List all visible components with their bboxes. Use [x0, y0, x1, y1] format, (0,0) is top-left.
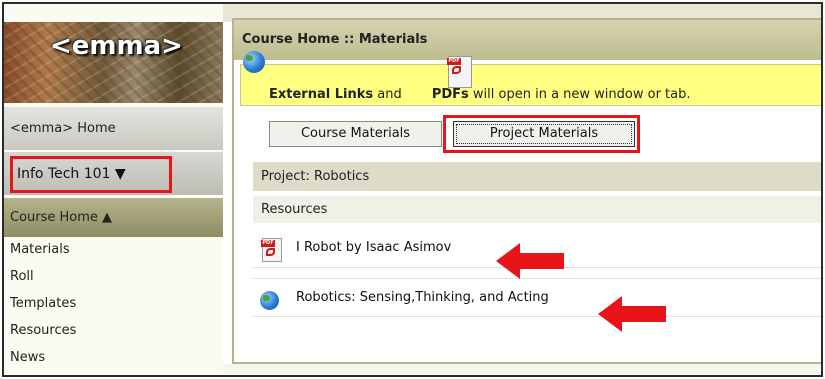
notice-banner: PDF External Links and PDFs will open in…: [240, 51, 821, 106]
resources-heading: Resources: [253, 196, 821, 223]
notice-links-label: External Links: [269, 87, 374, 102]
sidebar-item-templates[interactable]: Templates: [10, 295, 76, 322]
course-selector-dropdown[interactable]: Info Tech 101 ▼: [10, 156, 172, 193]
globe-icon: [243, 51, 265, 73]
project-title: Project: Robotics: [253, 162, 821, 191]
app-frame: <emma> <emma> Home Info Tech 101 ▼ Cours…: [2, 2, 823, 377]
course-selector-row: Info Tech 101 ▼: [4, 152, 223, 195]
notice-pdfs-label: PDFs: [431, 87, 469, 102]
sidebar: <emma> <emma> Home Info Tech 101 ▼ Cours…: [4, 4, 223, 375]
tab-bar: Course Materials Project Materials: [240, 108, 821, 153]
sidebar-links: Materials Roll Templates Resources News: [10, 241, 76, 375]
sidebar-item-materials[interactable]: Materials: [10, 241, 76, 268]
pdf-icon: PDF: [261, 238, 282, 262]
page-title: Course Home :: Materials: [234, 20, 821, 60]
resource-link-robotics[interactable]: Robotics: Sensing,Thinking, and Acting: [296, 290, 549, 305]
resource-link-i-robot[interactable]: I Robot by Isaac Asimov: [296, 240, 451, 255]
globe-icon: [260, 291, 279, 310]
sidebar-item-roll[interactable]: Roll: [10, 268, 76, 295]
tab-course-materials[interactable]: Course Materials: [269, 121, 442, 147]
bottom-strip: [223, 364, 821, 375]
notice-rest: will open in a new window or tab.: [468, 87, 691, 102]
sidebar-item-news[interactable]: News: [10, 349, 76, 375]
sidebar-item-course-home[interactable]: Course Home ▲: [4, 198, 223, 237]
tab-project-materials[interactable]: Project Materials: [453, 121, 635, 147]
resource-row-external[interactable]: Robotics: Sensing,Thinking, and Acting: [253, 278, 821, 317]
sidebar-item-resources[interactable]: Resources: [10, 322, 76, 349]
logo-text: <emma>: [50, 31, 183, 61]
emma-logo[interactable]: <emma>: [4, 22, 223, 103]
red-arrow-icon: [496, 243, 564, 279]
red-arrow-icon: [598, 296, 666, 332]
notice-and: and: [373, 87, 406, 102]
notice-text: External Links and PDFs will open in a n…: [245, 87, 691, 102]
pdf-icon: PDF: [447, 56, 472, 88]
sidebar-item-home[interactable]: <emma> Home: [4, 107, 223, 150]
